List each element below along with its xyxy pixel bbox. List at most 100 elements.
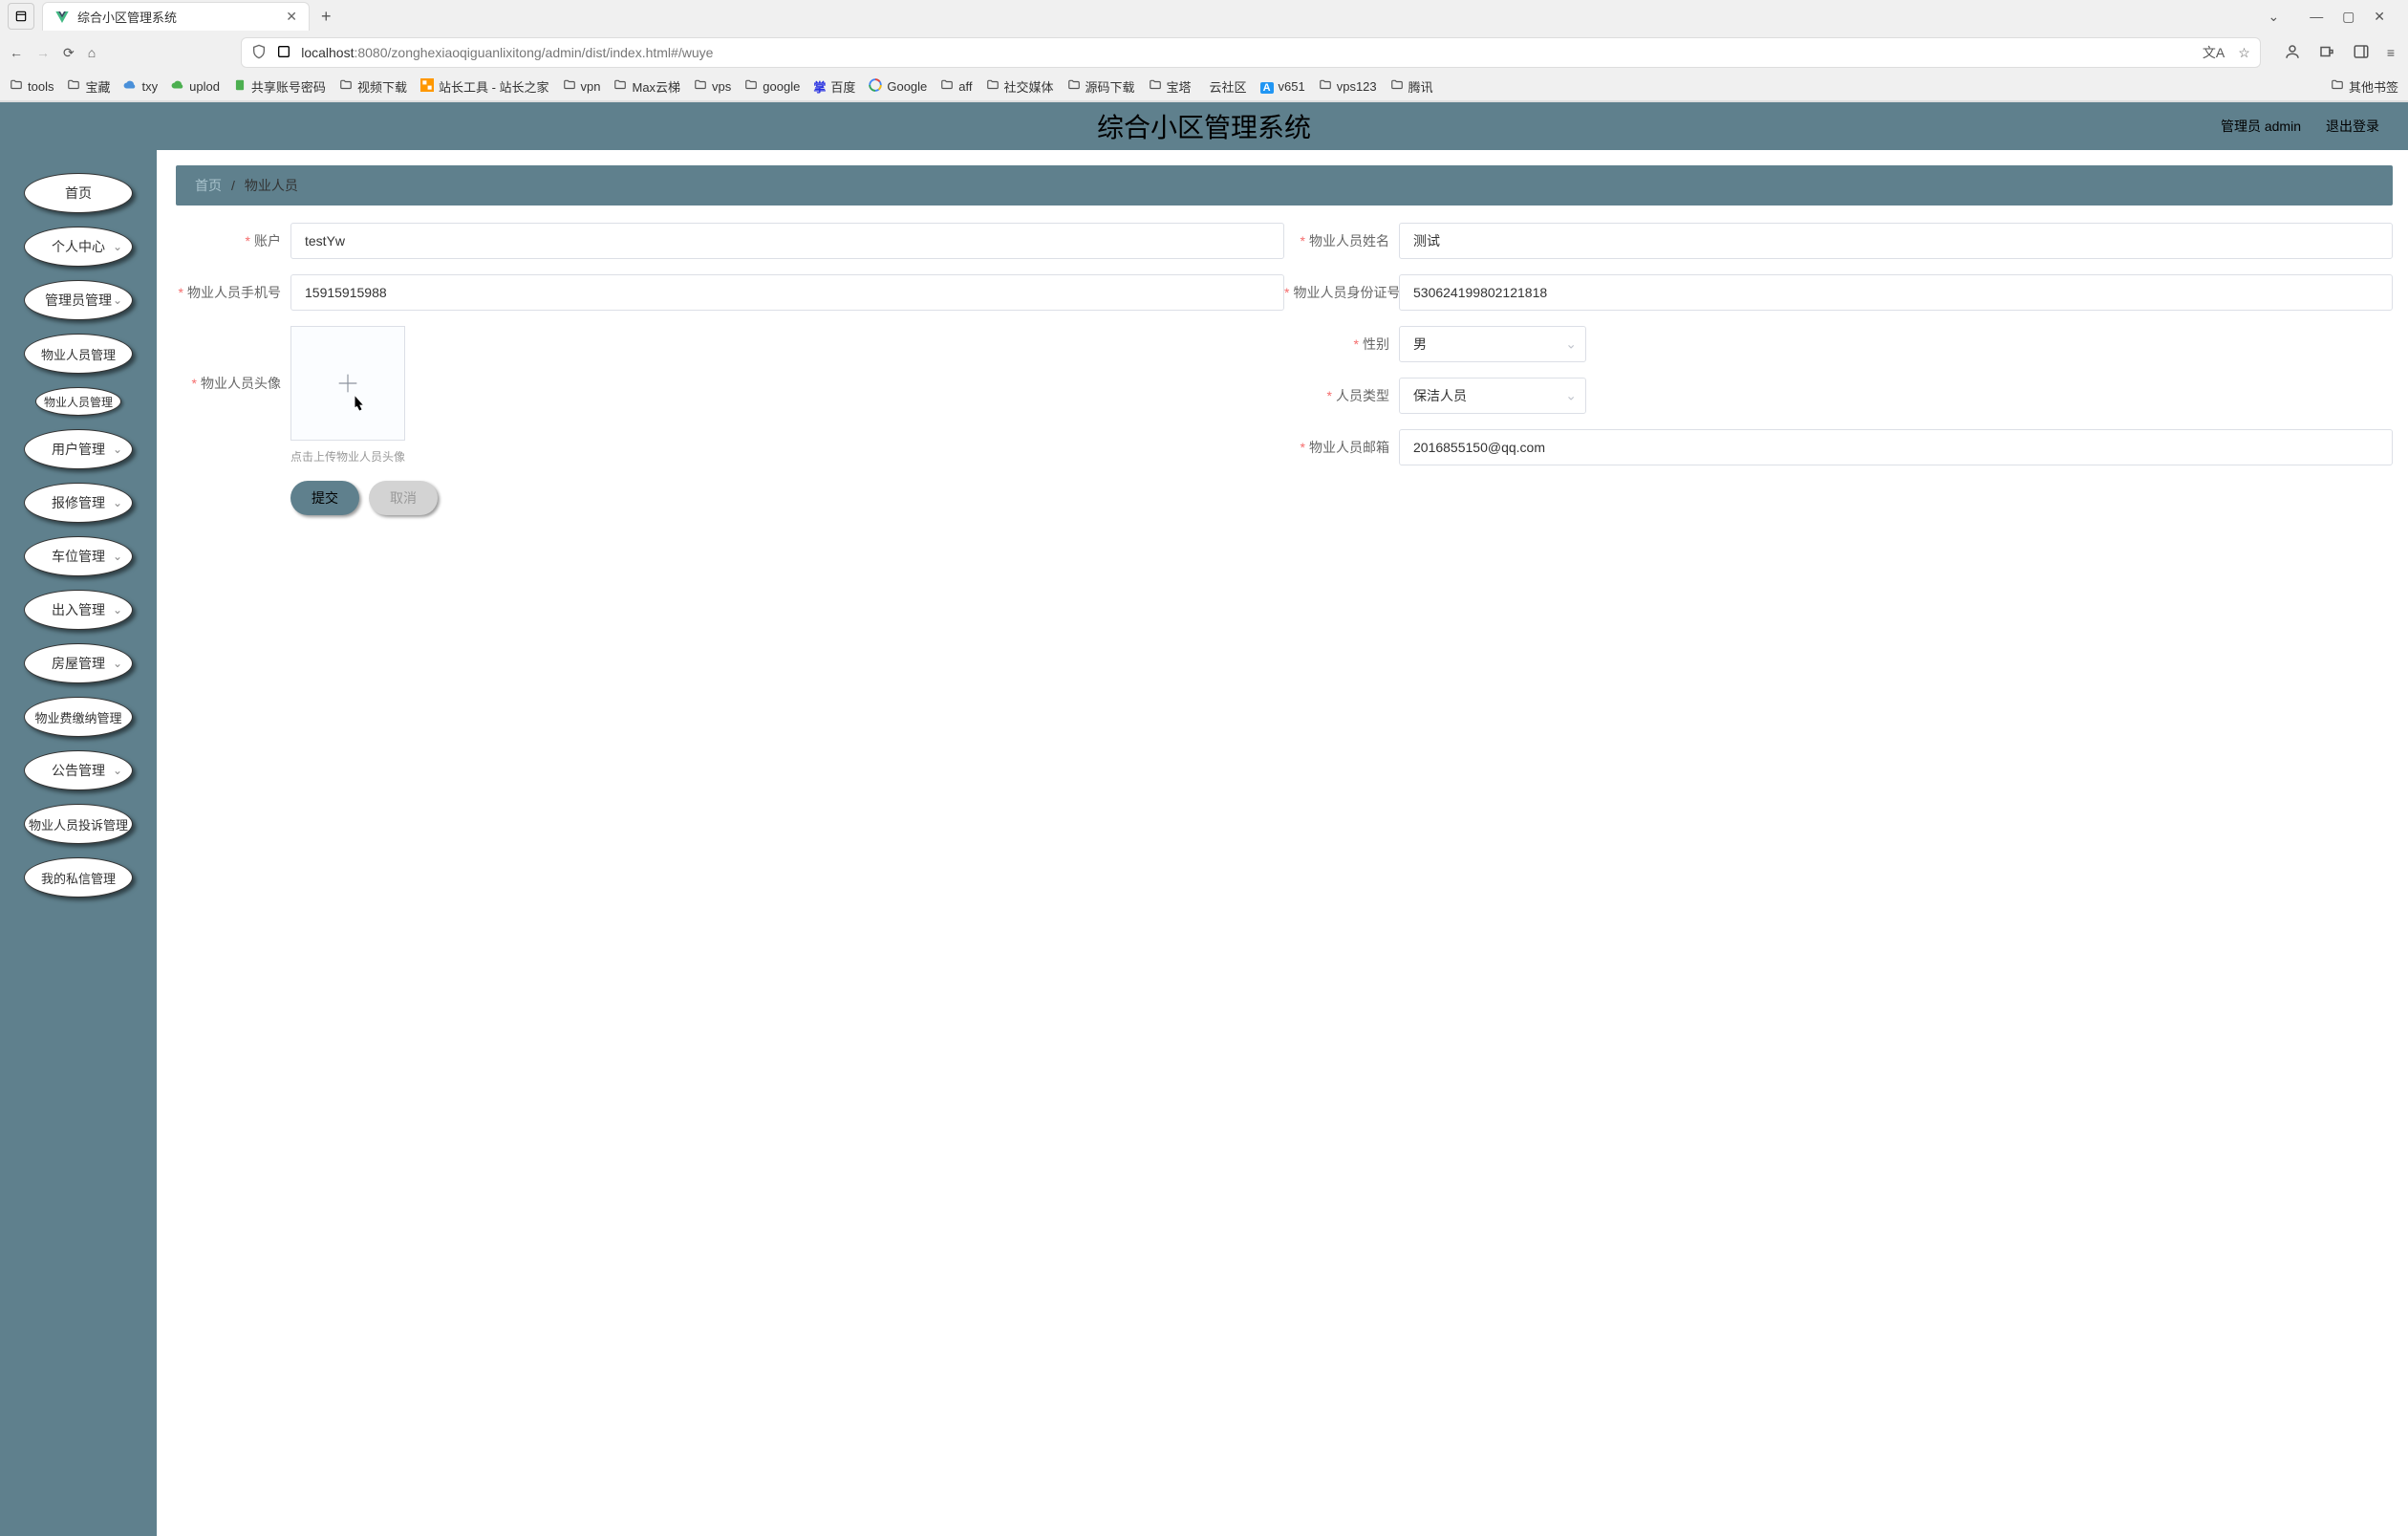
sidebar-item[interactable]: 公告管理⌄	[24, 750, 133, 790]
label-account: *账户	[176, 231, 290, 250]
bookmark-item[interactable]: 腾讯	[1390, 77, 1433, 96]
maximize-button[interactable]: ▢	[2334, 5, 2362, 28]
bookmark-label: v651	[1279, 79, 1305, 94]
avatar-upload[interactable]	[290, 326, 405, 441]
bookmark-item[interactable]: 社交媒体	[986, 77, 1054, 96]
bookmark-icon	[744, 78, 758, 95]
tab-bar: 综合小区管理系统 ✕ + ⌄ — ▢ ✕	[0, 0, 2408, 32]
sidebar-item[interactable]: 出入管理⌄	[24, 590, 133, 630]
tab-title: 综合小区管理系统	[77, 8, 278, 26]
bookmark-item[interactable]: vps123	[1319, 78, 1377, 95]
bookmark-label: google	[763, 79, 800, 94]
chevron-down-icon: ⌄	[113, 443, 122, 456]
bookmark-label: 源码下载	[1086, 77, 1135, 96]
account-input[interactable]	[290, 223, 1284, 259]
bookmark-item[interactable]: 宝藏	[67, 77, 110, 96]
chevron-down-icon: ⌄	[113, 240, 122, 253]
sidebar-item[interactable]: 报修管理⌄	[24, 483, 133, 523]
staff-type-select[interactable]	[1399, 378, 1586, 414]
bookmark-item[interactable]: txy	[123, 78, 158, 95]
sidebar-item-label: 公告管理	[52, 761, 105, 780]
breadcrumb: 首页 / 物业人员	[176, 165, 2393, 206]
bookmark-label: Google	[887, 79, 927, 94]
sidebar-item[interactable]: 首页	[24, 173, 133, 213]
bookmark-item[interactable]: 站长工具 - 站长之家	[420, 77, 549, 96]
app-title: 综合小区管理系统	[1097, 107, 1311, 145]
permissions-icon[interactable]	[276, 44, 291, 62]
translate-icon[interactable]: 文A	[2203, 43, 2225, 62]
sidebar-item[interactable]: 我的私信管理	[24, 857, 133, 898]
bookmark-icon	[67, 78, 80, 95]
bookmark-item[interactable]: 宝塔	[1149, 77, 1192, 96]
bookmark-item[interactable]: 掌百度	[813, 77, 855, 96]
sidebar-item[interactable]: 房屋管理⌄	[24, 643, 133, 683]
bookmark-icon	[986, 78, 1000, 95]
bookmark-item[interactable]: tools	[10, 78, 54, 95]
bookmark-label: 视频下载	[357, 77, 407, 96]
submit-button[interactable]: 提交	[290, 481, 359, 515]
staff-idcard-input[interactable]	[1399, 274, 2393, 311]
close-window-button[interactable]: ✕	[2366, 5, 2393, 28]
bookmark-icon	[694, 78, 707, 95]
reload-button[interactable]: ⟳	[63, 45, 75, 61]
label-staff-name: *物业人员姓名	[1284, 231, 1399, 250]
vue-icon	[54, 10, 70, 25]
bookmark-item[interactable]: 视频下载	[339, 77, 407, 96]
cancel-button[interactable]: 取消	[369, 481, 438, 515]
account-icon[interactable]	[2284, 43, 2301, 63]
sidebar-item-label: 物业人员管理	[44, 394, 113, 410]
bookmark-item[interactable]: 云社区	[1205, 77, 1247, 96]
menu-icon[interactable]: ≡	[2387, 45, 2395, 60]
bookmark-other[interactable]: 其他书签	[2331, 77, 2398, 96]
bookmark-item[interactable]: 共享账号密码	[233, 77, 326, 96]
bookmark-item[interactable]: google	[744, 78, 800, 95]
address-bar-row: ← → ⟳ ⌂ localhost:8080/zonghexiaoqiguanl…	[0, 32, 2408, 73]
shield-icon[interactable]	[251, 44, 267, 62]
bookmark-item[interactable]: 源码下载	[1067, 77, 1135, 96]
sidebar-item[interactable]: 个人中心⌄	[24, 227, 133, 267]
sidebar: 首页个人中心⌄管理员管理⌄物业人员管理物业人员管理用户管理⌄报修管理⌄车位管理⌄…	[0, 150, 157, 1536]
pointer-cursor-icon	[345, 394, 372, 423]
browser-chrome: 综合小区管理系统 ✕ + ⌄ — ▢ ✕ ← → ⟳ ⌂	[0, 0, 2408, 102]
staff-phone-input[interactable]	[290, 274, 1284, 311]
folder-icon	[2331, 78, 2344, 95]
bookmark-item[interactable]: aff	[940, 78, 972, 95]
sidebar-item-label: 物业费缴纳管理	[34, 708, 121, 726]
user-label[interactable]: 管理员 admin	[2221, 117, 2301, 136]
new-tab-button[interactable]: +	[317, 3, 335, 31]
minimize-button[interactable]: —	[2302, 5, 2331, 28]
bookmark-item[interactable]: vpn	[563, 78, 601, 95]
close-icon[interactable]: ✕	[286, 9, 297, 25]
staff-name-input[interactable]	[1399, 223, 2393, 259]
bookmark-item[interactable]: Max云梯	[613, 77, 680, 96]
bookmark-item[interactable]: Av651	[1260, 79, 1305, 94]
sidebar-item[interactable]: 车位管理⌄	[24, 536, 133, 576]
sidebar-icon[interactable]	[2353, 43, 2370, 63]
address-bar[interactable]: localhost:8080/zonghexiaoqiguanlixitong/…	[241, 37, 2261, 68]
forward-button: →	[36, 45, 50, 60]
sidebar-item[interactable]: 管理员管理⌄	[24, 280, 133, 320]
sidebar-item[interactable]: 物业人员投诉管理	[24, 804, 133, 844]
home-button[interactable]: ⌂	[88, 45, 96, 60]
bookmark-star-icon[interactable]: ☆	[2238, 45, 2250, 61]
label-staff-type: *人员类型	[1284, 386, 1399, 405]
bookmark-label: vps123	[1337, 79, 1377, 94]
chevron-down-icon[interactable]: ⌄	[2268, 9, 2280, 25]
browser-tab[interactable]: 综合小区管理系统 ✕	[42, 2, 310, 31]
breadcrumb-home[interactable]: 首页	[195, 176, 222, 195]
logout-button[interactable]: 退出登录	[2326, 117, 2379, 136]
staff-email-input[interactable]	[1399, 429, 2393, 465]
back-button[interactable]: ←	[10, 45, 23, 60]
gender-select[interactable]	[1399, 326, 1586, 362]
tab-list-button[interactable]	[8, 3, 34, 30]
extensions-icon[interactable]	[2318, 43, 2335, 63]
bookmark-item[interactable]: vps	[694, 78, 731, 95]
bookmark-item[interactable]: uplod	[171, 78, 220, 95]
sidebar-item[interactable]: 物业费缴纳管理	[24, 697, 133, 737]
sidebar-item[interactable]: 物业人员管理	[35, 387, 121, 416]
sidebar-item[interactable]: 用户管理 ⌄	[24, 429, 133, 469]
sidebar-item-label: 用户管理	[52, 440, 105, 459]
bookmark-item[interactable]: Google	[869, 78, 927, 95]
bookmark-icon	[233, 78, 247, 95]
sidebar-item[interactable]: 物业人员管理	[24, 334, 133, 374]
